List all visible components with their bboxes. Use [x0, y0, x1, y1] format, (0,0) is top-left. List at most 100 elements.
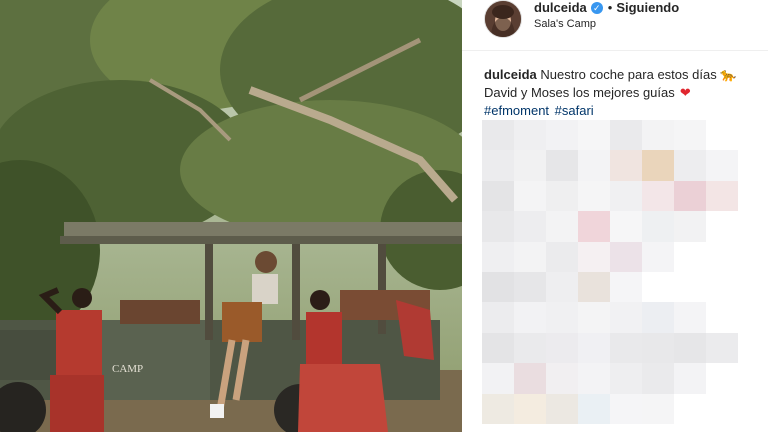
blur-cell — [706, 302, 738, 333]
blurred-comments — [482, 120, 738, 424]
blur-cell — [674, 180, 706, 212]
separator-dot: • — [607, 0, 613, 15]
blur-cell — [514, 363, 546, 394]
blur-cell — [642, 393, 674, 424]
blur-cell — [642, 120, 674, 151]
user-row: dulceida ✓ • Siguiendo — [534, 0, 679, 16]
blur-cell — [514, 180, 546, 212]
blur-cell — [642, 211, 674, 242]
blur-cell — [642, 332, 674, 364]
caption: dulceida Nuestro coche para estos días 🐆… — [484, 66, 760, 120]
blur-cell — [482, 120, 514, 151]
blur-cell — [610, 211, 642, 242]
blur-cell — [514, 332, 546, 364]
blur-cell — [578, 241, 610, 272]
post-photo[interactable]: CAMP — [0, 0, 462, 432]
blur-cell — [578, 332, 610, 364]
blur-cell — [578, 211, 610, 242]
blur-cell — [706, 180, 738, 212]
blur-cell — [610, 332, 642, 364]
blur-cell — [482, 302, 514, 333]
blur-cell — [514, 150, 546, 181]
blur-cell — [610, 302, 642, 333]
blur-cell — [514, 271, 546, 303]
following-button[interactable]: Siguiendo — [616, 0, 679, 16]
blur-cell — [578, 393, 610, 424]
blur-cell — [482, 150, 514, 181]
blur-cell — [642, 363, 674, 394]
blur-cell — [610, 150, 642, 181]
avatar-image — [485, 1, 521, 37]
blur-cell — [674, 211, 706, 242]
post-header: dulceida ✓ • Siguiendo Sala's Camp — [462, 0, 768, 51]
blur-cell — [578, 180, 610, 212]
blur-cell — [706, 241, 738, 272]
blur-cell — [610, 271, 642, 303]
blur-cell — [482, 363, 514, 394]
blur-cell — [674, 302, 706, 333]
location-link[interactable]: Sala's Camp — [534, 18, 596, 30]
blur-cell — [482, 332, 514, 364]
blur-cell — [546, 120, 578, 151]
hashtags: #efmoment #safari — [484, 103, 596, 118]
blur-cell — [674, 120, 706, 151]
caption-username-link[interactable]: dulceida — [484, 67, 537, 82]
blur-cell — [514, 120, 546, 151]
blur-cell — [482, 241, 514, 272]
blur-cell — [642, 180, 674, 212]
username-link[interactable]: dulceida — [534, 0, 587, 16]
blur-cell — [610, 241, 642, 272]
post-side-panel: dulceida ✓ • Siguiendo Sala's Camp dulce… — [462, 0, 768, 432]
blur-cell — [514, 393, 546, 424]
blur-cell — [546, 241, 578, 272]
blur-cell — [674, 150, 706, 181]
blur-cell — [482, 180, 514, 212]
blur-cell — [578, 120, 610, 151]
blur-cell — [546, 150, 578, 181]
blur-cell — [514, 241, 546, 272]
blur-cell — [642, 241, 674, 272]
blur-cell — [546, 302, 578, 333]
leopard-emoji-icon: 🐆 — [720, 67, 737, 82]
blur-cell — [706, 393, 738, 424]
hashtag-efmoment-link[interactable]: #efmoment — [484, 103, 549, 118]
blur-cell — [706, 363, 738, 394]
caption-text-line2: David y Moses los mejores guías — [484, 85, 675, 100]
blur-cell — [546, 271, 578, 303]
blur-cell — [578, 271, 610, 303]
blur-cell — [482, 211, 514, 242]
blur-cell — [674, 332, 706, 364]
safari-photo-art: CAMP — [0, 0, 462, 432]
blur-cell — [514, 211, 546, 242]
blur-cell — [674, 271, 706, 303]
vehicle-sign: CAMP — [112, 363, 143, 375]
blur-cell — [482, 393, 514, 424]
blur-cell — [578, 302, 610, 333]
blur-cell — [674, 363, 706, 394]
blur-cell — [706, 332, 738, 364]
blur-cell — [642, 271, 674, 303]
red-heart-emoji-icon: ❤ — [679, 85, 691, 100]
blur-cell — [482, 271, 514, 303]
hashtag-safari-link[interactable]: #safari — [555, 103, 594, 118]
blur-cell — [546, 211, 578, 242]
blur-cell — [514, 302, 546, 333]
avatar[interactable] — [484, 0, 522, 38]
blur-cell — [546, 332, 578, 364]
verified-badge-icon: ✓ — [590, 2, 603, 14]
blur-cell — [642, 302, 674, 333]
blur-cell — [546, 180, 578, 212]
blur-cell — [546, 363, 578, 394]
blur-cell — [578, 363, 610, 394]
blur-cell — [706, 211, 738, 242]
blur-cell — [546, 393, 578, 424]
blur-cell — [674, 393, 706, 424]
blur-cell — [706, 150, 738, 181]
caption-text-line1: Nuestro coche para estos días — [540, 67, 717, 82]
blur-cell — [578, 150, 610, 181]
blur-cell — [674, 241, 706, 272]
blur-cell — [642, 150, 674, 181]
blur-cell — [610, 393, 642, 424]
blur-cell — [610, 363, 642, 394]
blur-cell — [706, 120, 738, 151]
